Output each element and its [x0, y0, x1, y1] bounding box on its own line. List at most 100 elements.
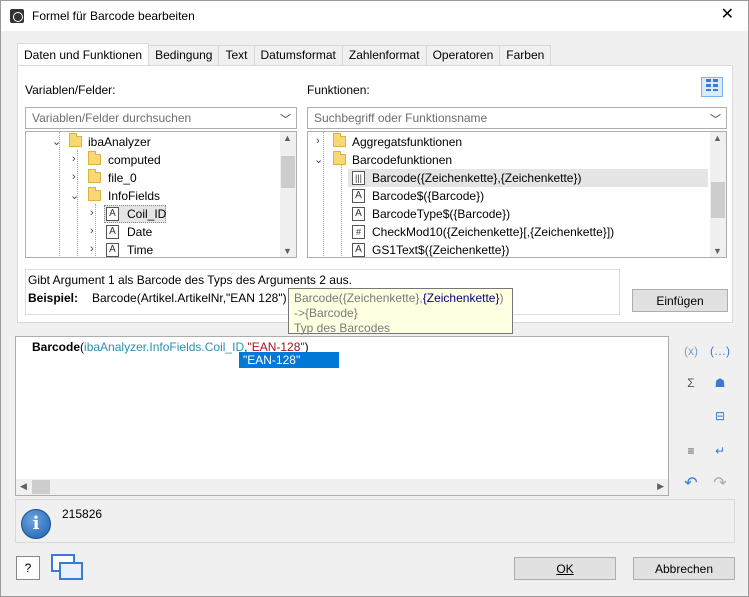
- info-icon: i: [21, 509, 51, 539]
- tree-item-barcode-dollar[interactable]: A Barcode$({Barcode}): [348, 187, 708, 205]
- chevron-down-icon[interactable]: ⌄: [70, 189, 79, 202]
- functions-scrollbar[interactable]: ▲ ▼: [710, 132, 726, 257]
- editor-scrollbar[interactable]: ◀ ▶: [16, 479, 668, 495]
- tree-item-coil-id[interactable]: › A Coil_ID: [26, 205, 281, 223]
- tree-item-computed[interactable]: › computed: [26, 151, 281, 169]
- cancel-button[interactable]: Abbrechen: [633, 557, 735, 580]
- chevron-right-icon[interactable]: ›: [72, 153, 76, 165]
- indent-icon[interactable]: ≡: [680, 441, 702, 461]
- variables-scrollbar[interactable]: ▲ ▼: [280, 132, 296, 257]
- barcode-icon: |||: [352, 171, 365, 185]
- scroll-left-icon[interactable]: ◀: [20, 481, 27, 492]
- tab-farben[interactable]: Farben: [499, 45, 552, 65]
- text-field-icon: A: [352, 243, 365, 257]
- app-icon: [10, 9, 24, 23]
- variables-tree[interactable]: ⌄ ibaAnalyzer › computed › file_0 ⌄ Info…: [25, 131, 297, 258]
- variables-search-placeholder: Variablen/Felder durchsuchen: [32, 111, 192, 125]
- functions-label: Funktionen:: [307, 83, 370, 97]
- scroll-right-icon[interactable]: ▶: [657, 481, 664, 492]
- undo-icon[interactable]: ↶: [680, 474, 702, 494]
- text-field-icon: A: [352, 189, 365, 203]
- variables-search-input[interactable]: Variablen/Felder durchsuchen ﹀: [25, 107, 297, 129]
- example-label: Beispiel:: [28, 291, 79, 305]
- formula-editor[interactable]: Barcode(ibaAnalyzer.InfoFields.Coil_ID,"…: [15, 336, 669, 496]
- text-field-icon: A: [106, 225, 119, 239]
- scroll-down-icon[interactable]: ▼: [283, 246, 292, 256]
- signature-tooltip: Barcode({Zeichenkette},{Zeichenkette}) -…: [288, 288, 513, 335]
- title-bar: Formel für Barcode bearbeiten ✕: [1, 1, 748, 31]
- scroll-thumb[interactable]: [32, 480, 50, 494]
- status-value: 215826: [62, 507, 103, 521]
- close-icon[interactable]: ✕: [721, 6, 734, 24]
- grid-view-icon[interactable]: [701, 77, 723, 97]
- folder-icon: [88, 169, 101, 183]
- folder-icon: [69, 133, 82, 147]
- tab-datumsformat[interactable]: Datumsformat: [253, 45, 343, 65]
- scroll-down-icon[interactable]: ▼: [713, 246, 722, 256]
- folder-icon: [88, 151, 101, 165]
- tree-item-time[interactable]: › A Time: [26, 241, 281, 257]
- tree-item-file-0[interactable]: › file_0: [26, 169, 281, 187]
- wrap-icon[interactable]: ↵: [709, 441, 731, 461]
- functions-tree[interactable]: › Aggregatsfunktionen ⌄ Barcodefunktione…: [307, 131, 727, 258]
- function-braces-icon[interactable]: (…): [709, 341, 731, 361]
- autocomplete-item[interactable]: "EAN-128": [239, 352, 339, 368]
- field-tree-icon[interactable]: ⊟: [709, 406, 731, 426]
- window-switch-icon[interactable]: [51, 554, 83, 582]
- scroll-up-icon[interactable]: ▲: [283, 133, 292, 143]
- tooltip-current-param: {Zeichenkette}: [422, 291, 500, 305]
- chevron-down-icon[interactable]: ﹀: [280, 111, 291, 127]
- redo-icon[interactable]: ↷: [709, 474, 731, 494]
- chevron-right-icon[interactable]: ›: [90, 243, 94, 255]
- chevron-right-icon[interactable]: ›: [90, 207, 94, 219]
- folder-icon: [333, 133, 346, 147]
- tree-item-ibaanalyzer[interactable]: ⌄ ibaAnalyzer: [26, 133, 281, 151]
- tab-text[interactable]: Text: [218, 45, 255, 65]
- tree-item-gs1text[interactable]: A GS1Text$({Zeichenkette}): [348, 241, 708, 257]
- sum-icon[interactable]: Σ: [680, 373, 702, 393]
- tree-item-barcode-function[interactable]: ||| Barcode({Zeichenkette},{Zeichenkette…: [348, 169, 708, 187]
- ok-button[interactable]: OK: [514, 557, 616, 580]
- tree-item-checkmod10[interactable]: # CheckMod10({Zeichenkette}[,{Zeichenket…: [348, 223, 708, 241]
- tab-bedingung[interactable]: Bedingung: [148, 45, 220, 65]
- chevron-right-icon[interactable]: ›: [316, 135, 320, 147]
- checksum-icon: #: [352, 225, 365, 239]
- tree-item-aggregatsfunktionen[interactable]: › Aggregatsfunktionen: [308, 133, 708, 151]
- scroll-thumb[interactable]: [711, 182, 725, 218]
- chevron-right-icon[interactable]: ›: [90, 225, 94, 237]
- chevron-down-icon[interactable]: ⌄: [314, 153, 323, 166]
- chevron-down-icon[interactable]: ﹀: [710, 111, 721, 127]
- tab-strip: Daten und Funktionen Bedingung Text Datu…: [17, 43, 552, 66]
- text-field-icon: A: [106, 207, 119, 221]
- example-value: Barcode(Artikel.ArtikelNr,"EAN 128"): [92, 291, 287, 305]
- dialog-window: Formel für Barcode bearbeiten ✕ Daten un…: [0, 0, 749, 597]
- description-text: Gibt Argument 1 als Barcode des Typs des…: [28, 273, 352, 287]
- scroll-thumb[interactable]: [281, 156, 295, 188]
- tooltip-param-description: Typ des Barcodes: [294, 321, 391, 335]
- insert-button[interactable]: Einfügen: [632, 289, 728, 312]
- tree-item-date[interactable]: › A Date: [26, 223, 281, 241]
- folder-icon: [88, 187, 101, 201]
- window-title: Formel für Barcode bearbeiten: [32, 9, 195, 23]
- tree-item-barcodetype[interactable]: A BarcodeType$({Barcode}): [348, 205, 708, 223]
- functions-search-placeholder: Suchbegriff oder Funktionsname: [314, 111, 488, 125]
- chevron-down-icon[interactable]: ⌄: [52, 135, 61, 148]
- tooltip-signature: Barcode({Zeichenkette},{Zeichenkette}): [294, 291, 504, 305]
- folder-icon: [333, 151, 346, 165]
- tree-item-infofields[interactable]: ⌄ InfoFields: [26, 187, 281, 205]
- users-icon[interactable]: ☗: [709, 373, 731, 393]
- status-panel: i 215826: [15, 499, 735, 543]
- help-icon[interactable]: ?: [16, 556, 40, 580]
- text-field-icon: A: [106, 243, 119, 257]
- variables-label: Variablen/Felder:: [25, 83, 116, 97]
- tab-zahlenformat[interactable]: Zahlenformat: [341, 45, 427, 65]
- tree-item-barcodefunktionen[interactable]: ⌄ Barcodefunktionen: [308, 151, 708, 169]
- variable-braces-icon[interactable]: (x): [680, 341, 702, 361]
- tab-daten-und-funktionen[interactable]: Daten und Funktionen: [17, 43, 150, 65]
- tab-operatoren[interactable]: Operatoren: [425, 45, 501, 65]
- chevron-right-icon[interactable]: ›: [72, 171, 76, 183]
- text-field-icon: A: [352, 207, 365, 221]
- tooltip-returns: ->{Barcode}: [294, 306, 358, 320]
- scroll-up-icon[interactable]: ▲: [713, 133, 722, 143]
- functions-search-input[interactable]: Suchbegriff oder Funktionsname ﹀: [307, 107, 727, 129]
